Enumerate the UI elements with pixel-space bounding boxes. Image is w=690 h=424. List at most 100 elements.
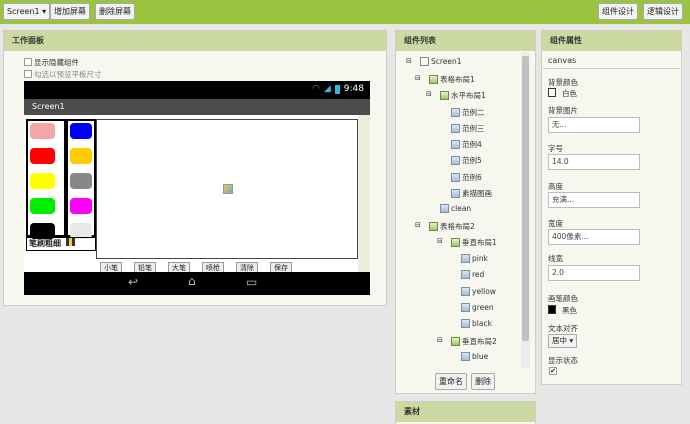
screen-icon [420,57,429,66]
brush-button[interactable]: 喷枪 [202,262,224,272]
brush-icon [65,238,75,246]
back-icon[interactable]: ↩ [128,275,138,289]
color-button[interactable] [30,123,55,139]
tree-item-label: 范例5 [462,156,482,165]
visible-checkbox[interactable]: ✔ [549,367,557,375]
blocks-button[interactable]: 逻辑设计 [643,3,683,20]
tree-item[interactable]: 水平布局1 [440,90,486,101]
show-hidden-label: 显示隐藏组件 [34,58,79,67]
color-button[interactable] [70,148,92,164]
brush-button[interactable]: 铅笔 [134,262,156,272]
tree-item[interactable]: 范例三 [451,123,485,134]
text-align-label: 文本对齐 [548,324,578,333]
layout-icon [451,337,460,346]
tree-toggle-icon[interactable]: ⊟ [406,57,412,65]
tree-item-label: red [472,270,485,279]
tree-item[interactable]: 垂直布局2 [451,336,497,347]
drawing-canvas[interactable] [96,119,358,259]
tree-toggle-icon[interactable]: ⊟ [415,74,421,82]
tree-toggle-icon[interactable]: ⊟ [437,336,443,344]
brush-button[interactable]: 大笔 [168,262,190,272]
paint-color-swatch[interactable] [548,305,556,314]
color-button[interactable] [70,198,92,214]
color-button[interactable] [30,148,55,164]
tree-item[interactable]: red [461,270,484,279]
tree-toggle-icon[interactable]: ⊟ [437,237,443,245]
screen-select-label: Screen1 [7,7,40,16]
tree-item[interactable]: yellow [461,287,496,296]
color-button[interactable] [70,123,92,139]
tablet-size-checkbox[interactable] [24,70,32,78]
width-label: 宽度 [548,219,563,228]
tree-item[interactable]: pink [461,254,488,263]
bg-image-field[interactable]: 无... [548,117,640,133]
tree-item[interactable]: blue [461,352,488,361]
component-icon [461,319,470,328]
tree-toggle-icon[interactable]: ⊟ [415,221,421,229]
component-icon [451,156,460,165]
delete-button[interactable]: 删除 [471,373,495,390]
selected-component-name: canvas [548,56,577,65]
tree-item[interactable]: 垂直布局1 [451,237,497,248]
component-icon [461,270,470,279]
phone-scrollbar[interactable] [358,115,370,272]
tree-scroll-thumb[interactable] [522,56,529,341]
rename-button[interactable]: 重命名 [435,373,467,390]
tree-item-label: 表格布局1 [440,75,475,84]
screen-select[interactable]: Screen1 ▾ [3,3,51,20]
tree-item[interactable]: Screen1 [420,57,462,66]
component-icon [461,303,470,312]
brush-button[interactable]: 清除 [236,262,258,272]
color-button[interactable] [70,173,92,189]
viewer-title: 工作面板 [4,31,386,51]
show-hidden-checkbox[interactable] [24,58,32,66]
text-align-select[interactable]: 居中 ▾ [548,334,578,348]
tree-item-label: 水平布局1 [451,91,486,100]
tree-item[interactable]: 范例二 [451,107,485,118]
bg-image-label: 背景图片 [548,106,578,115]
recent-apps-icon[interactable]: ▭ [246,275,257,289]
tree-item[interactable]: 表格布局2 [429,221,475,232]
tree-item[interactable]: black [461,319,492,328]
paint-color-value[interactable]: 黑色 [562,305,577,316]
brush-button[interactable]: 小笔 [100,262,122,272]
layout-icon [451,238,460,247]
home-icon[interactable]: ⌂ [188,274,196,288]
color-button[interactable] [30,198,55,214]
components-title: 组件列表 [396,31,535,51]
chevron-down-icon: ▾ [569,336,574,345]
component-icon [461,287,470,296]
height-field[interactable]: 充满... [548,192,640,208]
tree-item-label: Screen1 [431,57,462,66]
line-width-field[interactable]: 2.0 [548,265,640,281]
signal-icon: ◢ [323,84,331,94]
tree-item[interactable]: 表格布局1 [429,74,475,85]
tree-item[interactable]: green [461,303,494,312]
tree-item-label: blue [472,352,489,361]
designer-button[interactable]: 组件设计 [598,3,638,20]
tree-scrollbar[interactable] [521,52,530,368]
component-icon [461,254,470,263]
font-size-field[interactable]: 14.0 [548,154,640,170]
bg-color-swatch[interactable] [548,88,556,97]
tree-toggle-icon[interactable]: ⊟ [426,90,432,98]
media-title: 素材 [396,402,535,422]
properties-title: 组件属性 [542,31,681,51]
media-panel: 素材 [395,401,536,424]
tree-item[interactable]: 范例6 [451,172,482,183]
tree-item[interactable]: 范例4 [451,139,482,150]
component-icon [451,108,460,117]
tree-item[interactable]: 素描图画 [451,188,492,199]
color-button[interactable] [30,173,55,189]
component-icon [451,173,460,182]
divider [543,68,680,69]
brush-button[interactable]: 保存 [270,262,292,272]
tree-item[interactable]: clean [440,204,471,213]
bg-color-label: 背景颜色 [548,78,578,87]
bg-color-value[interactable]: 白色 [562,88,577,99]
width-field[interactable]: 400像素... [548,229,640,245]
line-width-label: 线宽 [548,254,563,263]
remove-screen-button[interactable]: 删除屏幕 [95,3,135,20]
add-screen-button[interactable]: 增加屏幕 [50,3,90,20]
tree-item[interactable]: 范例5 [451,155,482,166]
